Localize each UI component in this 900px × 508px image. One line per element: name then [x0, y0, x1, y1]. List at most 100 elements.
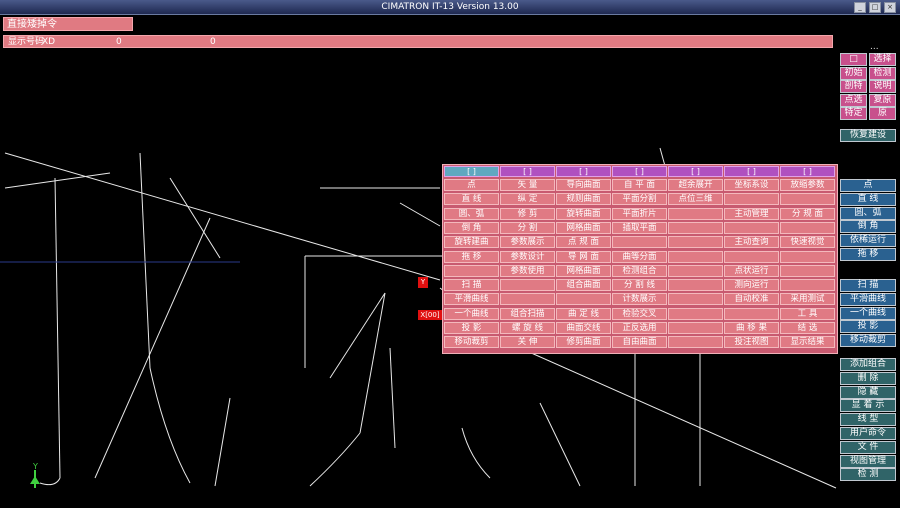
menu-item[interactable] — [724, 221, 779, 234]
menu-item[interactable]: 修剪曲面 — [556, 336, 611, 349]
menu-item[interactable]: 自由曲面 — [612, 336, 667, 349]
right-top-btn-2-b[interactable]: 说明 — [869, 80, 896, 93]
maximize-button[interactable]: □ — [869, 2, 881, 13]
menu-column-header-6[interactable]: [ ] — [780, 166, 835, 177]
menu-column-header-4[interactable]: [ ] — [668, 166, 723, 177]
menu-item[interactable]: 网格曲面 — [556, 264, 611, 277]
menu-item[interactable]: 超余展开 — [668, 179, 723, 191]
right-top-btn-0-a[interactable]: □ — [840, 53, 867, 66]
menu-item[interactable] — [668, 264, 723, 277]
menu-item[interactable]: 曲 移 果 — [724, 322, 779, 334]
menu-item[interactable]: 直 线 — [444, 193, 499, 206]
menu-item[interactable] — [780, 221, 835, 234]
menu-item[interactable] — [668, 307, 723, 320]
menu-item[interactable]: 坐标系设 — [724, 179, 779, 191]
menu-item[interactable]: 平面分割 — [612, 193, 667, 206]
menu-item[interactable]: 规则曲面 — [556, 193, 611, 206]
menu-item[interactable] — [668, 322, 723, 334]
right-top-btn-3-b[interactable]: 复原 — [869, 93, 896, 107]
close-button[interactable]: × — [884, 2, 896, 13]
right-top-btn-2-a[interactable]: 剖特 — [840, 80, 867, 93]
menu-item[interactable]: 扫 描 — [444, 279, 499, 292]
right-top-btn-1-a[interactable]: 初始 — [840, 66, 867, 80]
menu-item[interactable]: 曲 定 线 — [556, 307, 611, 320]
menu-column-header-3[interactable]: [ ] — [612, 166, 667, 177]
menu-item[interactable] — [668, 250, 723, 263]
menu-item[interactable] — [668, 279, 723, 292]
menu-item[interactable]: 分 割 线 — [612, 279, 667, 292]
menu-item[interactable]: 圆、弧 — [444, 207, 499, 220]
right-top-btn-1-b[interactable]: 检测 — [869, 66, 896, 80]
right_group3-item-0[interactable]: 添加组合 — [840, 358, 896, 371]
right-top-btn-4-b[interactable]: 原 — [869, 107, 896, 120]
menu-item[interactable]: 计数展示 — [612, 293, 667, 306]
menu-item[interactable] — [500, 279, 555, 292]
right_group1-item-4[interactable]: 依稀运行 — [840, 234, 896, 248]
right_group2-item-1[interactable]: 平滑曲线 — [840, 292, 896, 306]
menu-item[interactable] — [668, 336, 723, 349]
menu-item[interactable]: 参数设计 — [500, 250, 555, 263]
menu-item[interactable]: 正反选用 — [612, 322, 667, 334]
view-y-marker[interactable]: Y — [418, 277, 428, 288]
menu-item[interactable]: 导向曲面 — [556, 179, 611, 191]
menu-item[interactable]: 放缩参数 — [780, 179, 835, 191]
menu-item[interactable] — [668, 207, 723, 220]
menu-item[interactable]: 投注视图 — [724, 336, 779, 349]
right-top-btn-0-b[interactable]: 选择 — [869, 53, 896, 66]
menu-item[interactable] — [780, 193, 835, 206]
right_group2-item-0[interactable]: 扫 描 — [840, 279, 896, 292]
menu-item[interactable]: 平面折片 — [612, 207, 667, 220]
menu-item[interactable] — [668, 293, 723, 306]
right-top-btn-3-a[interactable]: 点选 — [840, 93, 867, 107]
menu-item[interactable]: 倒 角 — [444, 221, 499, 234]
right_group1-item-2[interactable]: 圆、弧 — [840, 206, 896, 220]
menu-item[interactable]: 螺 旋 线 — [500, 322, 555, 334]
menu-item[interactable]: 组合扫描 — [500, 307, 555, 320]
menu-item[interactable]: 采用测试 — [780, 293, 835, 306]
menu-item[interactable] — [780, 250, 835, 263]
right_group3-item-4[interactable]: 线 型 — [840, 413, 896, 427]
menu-item[interactable]: 一个曲线 — [444, 307, 499, 320]
menu-item[interactable]: 矢 量 — [500, 179, 555, 191]
menu-item[interactable]: 曲面交线 — [556, 322, 611, 334]
menu-item[interactable]: 关 伸 — [500, 336, 555, 349]
menu-item[interactable] — [724, 250, 779, 263]
right_group3-item-6[interactable]: 文 件 — [840, 440, 896, 454]
menu-item[interactable]: 测向运行 — [724, 279, 779, 292]
menu-item[interactable]: 点位三维 — [668, 193, 723, 206]
menu-item[interactable]: 组合曲面 — [556, 279, 611, 292]
menu-item[interactable]: 检测组合 — [612, 264, 667, 277]
menu-item[interactable]: 自动校准 — [724, 293, 779, 306]
menu-item[interactable] — [612, 236, 667, 249]
right-top-btn-4-a[interactable]: 特定 — [840, 107, 867, 120]
menu-item[interactable]: 点 规 面 — [556, 236, 611, 249]
menu-item[interactable] — [444, 264, 499, 277]
menu-item[interactable]: 工 具 — [780, 307, 835, 320]
menu-item[interactable]: 旋转曲面 — [556, 207, 611, 220]
menu-item[interactable]: 结 选 — [780, 322, 835, 334]
right_group1-item-0[interactable]: 点 — [840, 179, 896, 192]
right_group2-item-3[interactable]: 投 影 — [840, 320, 896, 334]
menu-column-header-1[interactable]: [ ] — [500, 166, 555, 177]
menu-column-header-0[interactable]: [ ] — [444, 166, 499, 177]
menu-item[interactable] — [500, 293, 555, 306]
menu-item[interactable]: 快速视觉 — [780, 236, 835, 249]
menu-item[interactable]: 修 剪 — [500, 207, 555, 220]
right_group2-item-2[interactable]: 一个曲线 — [840, 306, 896, 320]
right_group3-item-2[interactable]: 隐 藏 — [840, 385, 896, 399]
menu-item[interactable] — [668, 221, 723, 234]
menu-item[interactable]: 主动管理 — [724, 207, 779, 220]
right_group3-item-3[interactable]: 显 着 示 — [840, 399, 896, 413]
menu-item[interactable] — [724, 193, 779, 206]
right_group3-item-1[interactable]: 删 除 — [840, 371, 896, 385]
right_group1-item-3[interactable]: 倒 角 — [840, 220, 896, 234]
menu-item[interactable]: 投 影 — [444, 322, 499, 334]
menu-item[interactable]: 分 规 面 — [780, 207, 835, 220]
menu-item[interactable]: 平滑曲线 — [444, 293, 499, 306]
menu-item[interactable]: 移动裁剪 — [444, 336, 499, 349]
menu-item[interactable]: 纵 定 — [500, 193, 555, 206]
menu-item[interactable]: 旋转建曲 — [444, 236, 499, 249]
menu-item[interactable]: 拖 移 — [444, 250, 499, 263]
minimize-button[interactable]: _ — [854, 2, 866, 13]
menu-item[interactable]: 主动查询 — [724, 236, 779, 249]
